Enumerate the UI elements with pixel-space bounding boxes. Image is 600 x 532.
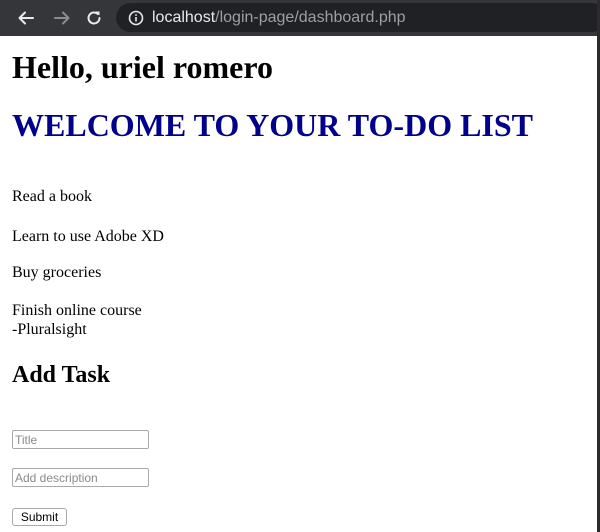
url-path: /login-page/dashboard.php — [215, 9, 406, 26]
title-input[interactable] — [12, 430, 149, 449]
task-item: Buy groceries — [12, 263, 101, 282]
url-host: localhost — [152, 9, 216, 26]
task-subtitle: -Pluralsight — [12, 321, 87, 338]
task-title: Learn to use Adobe XD — [12, 228, 164, 245]
task-item: Learn to use Adobe XD — [12, 227, 164, 246]
browser-toolbar: localhost/login-page/dashboard.php — [0, 0, 600, 36]
add-task-heading: Add Task — [12, 362, 111, 388]
url-text[interactable]: localhost/login-page/dashboard.php — [152, 8, 406, 28]
task-title: Buy groceries — [12, 264, 102, 281]
task-item: Finish online course -Pluralsight — [12, 301, 142, 339]
submit-button[interactable]: Submit — [12, 508, 67, 526]
reload-icon[interactable] — [83, 7, 105, 29]
site-info-icon[interactable] — [128, 10, 144, 26]
description-input[interactable] — [12, 468, 149, 487]
greeting-heading: Hello, uriel romero — [12, 49, 273, 85]
forward-arrow-icon[interactable] — [51, 7, 73, 29]
welcome-heading: WELCOME TO YOUR TO-DO LIST — [12, 107, 534, 143]
task-title: Read a book — [12, 188, 92, 205]
task-title: Finish online course — [12, 302, 142, 319]
task-item: Read a book — [12, 187, 92, 206]
back-arrow-icon[interactable] — [15, 7, 37, 29]
